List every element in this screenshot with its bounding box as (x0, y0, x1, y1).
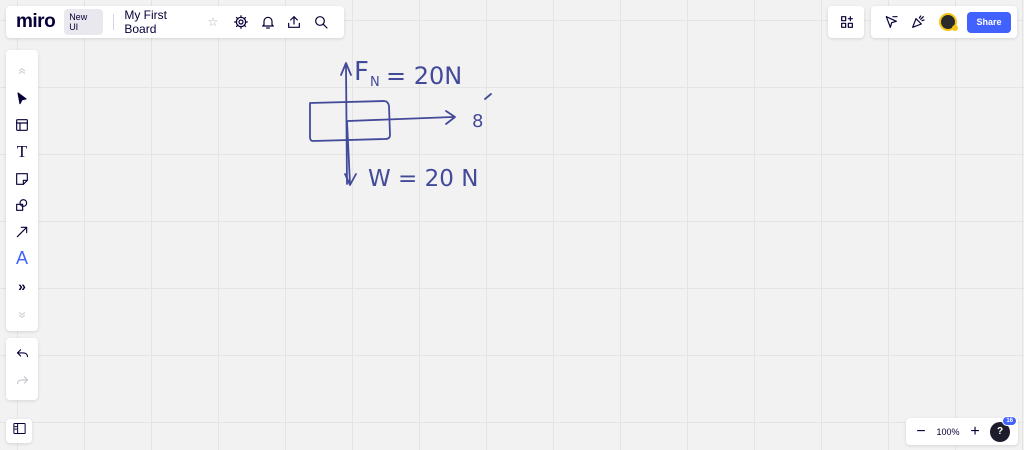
gear-icon[interactable] (228, 9, 254, 35)
templates-tool[interactable] (10, 113, 34, 137)
select-tool[interactable] (10, 87, 34, 111)
new-ui-badge[interactable]: New UI (64, 9, 104, 35)
grip-bottom-icon[interactable] (10, 302, 34, 326)
text-tool[interactable]: T (10, 140, 34, 164)
zoom-panel: − 100% + ? 16 (906, 415, 1018, 445)
applied-force-arrow (347, 116, 454, 122)
header-divider (113, 14, 115, 30)
sticky-note-tool[interactable] (10, 167, 34, 191)
collaboration-panel: Share (871, 6, 1017, 38)
upload-icon[interactable] (282, 9, 308, 35)
apps-panel (828, 6, 864, 38)
help-icon[interactable]: ? 16 (990, 415, 1017, 442)
undo-icon[interactable] (15, 346, 30, 366)
weight-arrow (346, 120, 351, 185)
notification-badge: 16 (1002, 415, 1017, 426)
bell-icon[interactable] (255, 9, 281, 35)
text-tool-glyph: T (16, 142, 28, 162)
block-outline (309, 100, 391, 142)
board-header: miro New UI My First Board ☆ (6, 6, 344, 38)
apps-icon[interactable] (834, 9, 860, 35)
weight-arrowhead (344, 173, 357, 186)
celebration-icon[interactable] (905, 9, 931, 35)
creation-toolbar: T A » (6, 50, 38, 331)
redo-icon[interactable] (15, 373, 30, 393)
chevron-right-icon: » (18, 277, 26, 294)
shapes-tool[interactable] (10, 193, 34, 217)
share-button[interactable]: Share (967, 11, 1011, 33)
board-canvas-drawing[interactable]: F N = 20N W = 20 N 8 (0, 0, 1024, 450)
undo-redo-panel (6, 338, 38, 400)
board-title[interactable]: My First Board (124, 8, 201, 36)
normal-force-arrowhead (340, 62, 352, 76)
frames-icon[interactable] (12, 421, 27, 441)
star-icon[interactable]: ☆ (207, 15, 218, 29)
pen-cursor-mark (484, 93, 492, 100)
normal-force-arrow (345, 65, 348, 185)
zoom-in-button[interactable]: + (966, 423, 984, 440)
zoom-out-button[interactable]: − (912, 423, 930, 440)
cursor-icon[interactable] (878, 9, 904, 35)
normal-force-subscript: N (370, 75, 380, 90)
weight-label: W = 20 N (368, 166, 478, 192)
more-tools-button[interactable]: » (10, 274, 34, 298)
pen-tool[interactable]: A (10, 247, 34, 271)
side-label: 8 (472, 111, 483, 132)
normal-force-value: = 20N (386, 62, 462, 90)
avatar[interactable] (939, 13, 958, 31)
normal-force-label: F (354, 57, 369, 87)
help-glyph: ? (996, 426, 1004, 437)
miro-logo[interactable]: miro (16, 11, 56, 33)
pen-tool-glyph: A (15, 248, 28, 269)
zoom-level[interactable]: 100% (930, 427, 966, 437)
applied-force-arrowhead (445, 110, 456, 125)
search-icon[interactable] (308, 9, 334, 35)
grip-top-icon[interactable] (10, 60, 34, 84)
frames-panel (6, 419, 32, 443)
connector-tool[interactable] (10, 220, 34, 244)
